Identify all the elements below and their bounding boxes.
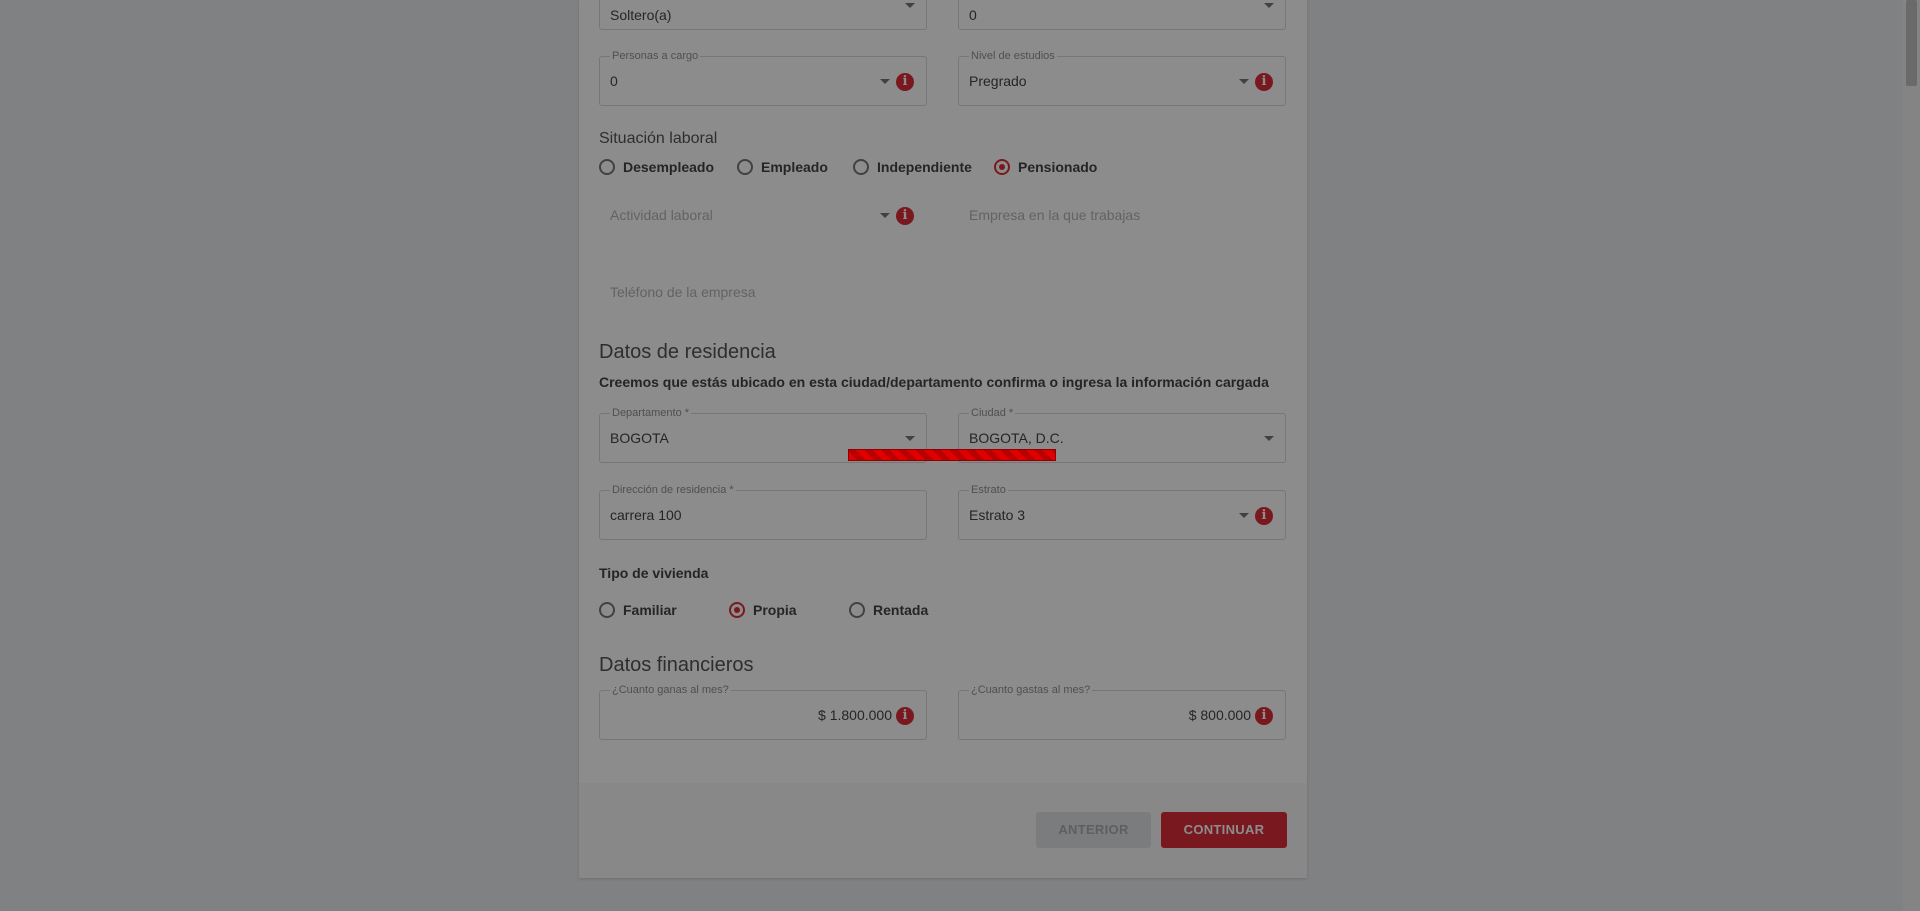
loading-progress-bar [848, 449, 1056, 461]
